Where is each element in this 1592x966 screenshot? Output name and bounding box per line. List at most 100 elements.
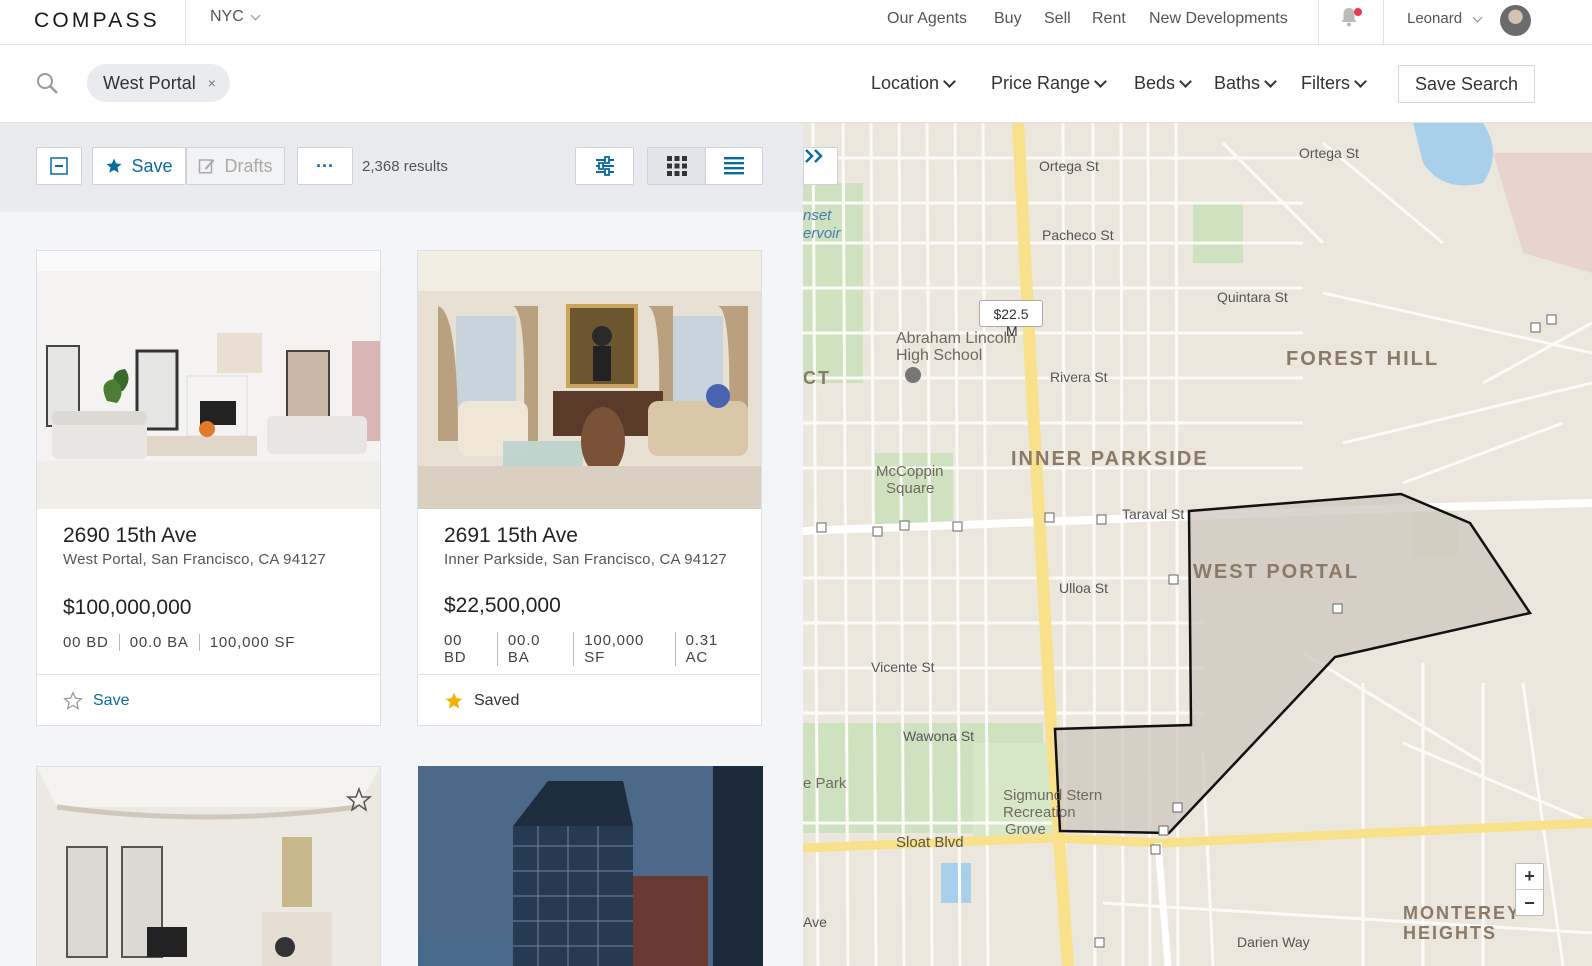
select-all-checkbox[interactable] — [36, 147, 82, 185]
sort-filter-button[interactable] — [575, 147, 634, 185]
filter-more[interactable]: Filters — [1301, 73, 1367, 94]
drafts-label: Drafts — [224, 155, 273, 176]
listing-saved-button[interactable]: Saved — [418, 674, 761, 725]
map-place-label: Recreation — [1003, 804, 1076, 821]
map-street-label: Darien Way — [1237, 934, 1310, 950]
nav-buy[interactable]: Buy — [994, 10, 1022, 28]
chevron-down-icon — [1354, 74, 1367, 88]
listing-sqft: 100,000 SF — [584, 632, 676, 666]
listing-card[interactable]: 2690 15th Ave West Portal, San Francisco… — [36, 250, 381, 726]
drafts-button[interactable]: Drafts — [186, 147, 285, 185]
collapse-map-button[interactable] — [803, 147, 838, 185]
listing-card[interactable]: 2691 15th Ave Inner Parkside, San Franci… — [417, 250, 762, 726]
listing-beds: 00 BD — [444, 632, 498, 666]
listing-photo[interactable] — [418, 766, 763, 966]
filter-beds[interactable]: Beds — [1134, 73, 1192, 94]
market-label: NYC — [210, 8, 244, 25]
map-place-label: Square — [886, 480, 935, 497]
nav-rent[interactable]: Rent — [1092, 10, 1126, 28]
top-navigation: COMPASS NYC Our Agents Buy Sell Rent New… — [0, 0, 1592, 45]
map-neighborhood-label: CT — [803, 368, 831, 388]
listing-sqft: 100,000 SF — [209, 634, 296, 651]
living-room-photo — [37, 251, 380, 509]
save-button[interactable]: Save — [92, 147, 186, 185]
minus-square-icon — [50, 157, 68, 175]
filter-baths[interactable]: Baths — [1214, 73, 1277, 94]
listing-baths: 00.0 BA — [508, 632, 575, 666]
user-menu[interactable]: Leonard — [1407, 10, 1483, 27]
filter-label: Beds — [1134, 73, 1176, 93]
grid-icon — [666, 156, 687, 176]
nav-sell[interactable]: Sell — [1044, 10, 1071, 28]
compass-logo[interactable]: COMPASS — [34, 9, 160, 33]
filter-location[interactable]: Location — [871, 73, 956, 94]
map-street-label: Taraval St — [1122, 506, 1185, 522]
chevron-down-icon — [1179, 74, 1192, 88]
listing-acres: 0.31 AC — [685, 632, 719, 666]
user-name: Leonard — [1407, 10, 1463, 27]
zoom-out-button[interactable]: − — [1516, 890, 1543, 916]
map-street-label: Pacheco St — [1042, 227, 1114, 243]
results-count: 2,368 results — [362, 158, 448, 175]
neighborhood-boundary[interactable] — [1053, 492, 1533, 835]
listing-photo[interactable] — [37, 767, 380, 966]
map-street-label: Quintara St — [1217, 289, 1288, 305]
listing-baths: 00.0 BA — [130, 634, 200, 651]
divider — [1318, 0, 1319, 45]
map-neighborhood-label: FOREST HILL — [1286, 348, 1440, 370]
price-pin-label: $22.5 — [993, 305, 1029, 322]
double-chevron-right-icon — [805, 149, 823, 163]
nav-new-developments[interactable]: New Developments — [1149, 10, 1288, 28]
results-toolbar: Save Drafts ··· 2,368 results — [0, 123, 803, 212]
listing-photo[interactable] — [418, 251, 761, 509]
map-place-label: e Park — [803, 775, 847, 792]
nav-our-agents[interactable]: Our Agents — [887, 10, 967, 28]
search-icon[interactable] — [36, 72, 60, 96]
list-icon — [724, 157, 744, 175]
map-place-label: High School — [896, 347, 983, 364]
star-filled-icon — [445, 692, 463, 708]
more-options-button[interactable]: ··· — [297, 147, 353, 185]
filter-price-range[interactable]: Price Range — [991, 73, 1107, 94]
market-selector[interactable]: NYC — [210, 8, 261, 26]
listing-title[interactable]: 2691 15th Ave — [444, 524, 578, 548]
filter-label: Filters — [1301, 73, 1350, 93]
map-place-label: Sigmund Stern — [1003, 787, 1103, 804]
map-street-label: Vicente St — [871, 659, 935, 675]
map-place-label: Abraham Lincoln — [896, 330, 1017, 347]
grid-view-button[interactable] — [647, 147, 706, 185]
listing-title[interactable]: 2690 15th Ave — [63, 524, 197, 548]
price-pin-suffix: M — [1006, 323, 1018, 339]
map-view[interactable]: INNER PARKSIDE FOREST HILL WEST PORTAL M… — [803, 123, 1592, 966]
listing-card[interactable] — [418, 766, 763, 966]
star-outline-icon — [63, 690, 83, 710]
listing-photo[interactable] — [37, 251, 380, 509]
results-panel: Save Drafts ··· 2,368 results 2690 15th … — [0, 123, 803, 966]
map-zoom-control: + − — [1515, 863, 1544, 916]
zoom-in-button[interactable]: + — [1516, 864, 1543, 890]
map-place-label: Grove — [1005, 821, 1046, 838]
listing-price: $100,000,000 — [63, 596, 192, 619]
listing-beds: 00 BD — [63, 634, 120, 651]
map-street-label: Wawona St — [903, 728, 975, 744]
notifications-button[interactable] — [1340, 6, 1362, 30]
save-label: Save — [93, 691, 130, 709]
list-view-button[interactable] — [705, 147, 763, 185]
chevron-down-icon — [1094, 74, 1107, 88]
listing-stats: 00 BD 00.0 BA 100,000 SF 0.31 AC — [444, 632, 761, 666]
divider — [1383, 0, 1384, 45]
map-street-label: Sloat Blvd — [896, 834, 964, 851]
edit-icon — [199, 159, 215, 174]
sliders-icon — [595, 156, 614, 176]
living-room-photo — [418, 251, 761, 509]
avatar[interactable] — [1500, 5, 1531, 36]
listing-stats: 00 BD 00.0 BA 100,000 SF — [63, 634, 315, 651]
map-street-label: Ave — [803, 914, 827, 930]
search-chip[interactable]: West Portal × — [87, 64, 230, 102]
star-icon — [106, 158, 122, 173]
close-icon[interactable]: × — [208, 75, 216, 91]
listing-save-button[interactable]: Save — [37, 674, 380, 725]
saved-label: Saved — [474, 691, 520, 709]
listing-card[interactable] — [36, 766, 381, 966]
save-search-button[interactable]: Save Search — [1398, 65, 1535, 103]
